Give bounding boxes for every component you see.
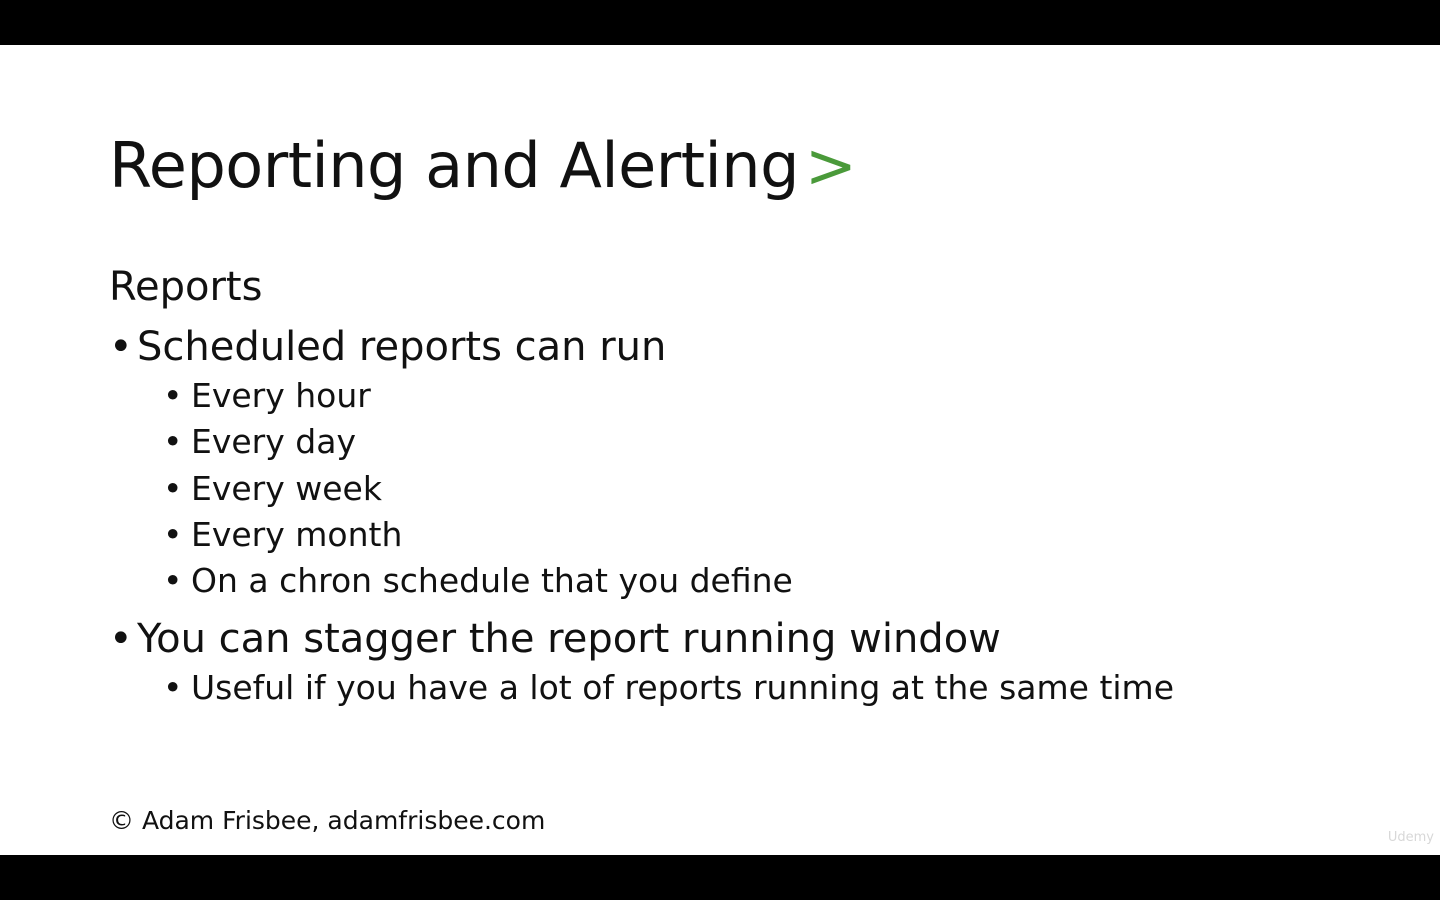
sub-bullet-item: • On a chron schedule that you define: [163, 561, 793, 601]
letterbox-top: [0, 0, 1440, 45]
sub-bullet-text: Every day: [191, 422, 356, 461]
sub-bullet-item: • Useful if you have a lot of reports ru…: [163, 668, 1174, 708]
udemy-watermark-logo: Udemy: [1388, 830, 1434, 845]
watermark-text: Udemy: [1387, 830, 1434, 845]
copyright-footer: © Adam Frisbee, adamfrisbee.com: [109, 806, 546, 835]
bullet-item: • Scheduled reports can run: [109, 323, 666, 371]
slide-title-text: Reporting and Alerting: [109, 129, 799, 202]
bullet-dot-icon: •: [109, 616, 133, 662]
bullet-item: • You can stagger the report running win…: [109, 615, 1001, 663]
letterbox-bottom: [0, 855, 1440, 900]
sub-bullet-text: Useful if you have a lot of reports runn…: [191, 668, 1175, 707]
bullet-dot-icon: •: [163, 668, 183, 707]
sub-bullet-item: • Every week: [163, 469, 382, 509]
sub-bullet-text: On a chron schedule that you define: [191, 561, 793, 600]
bullet-dot-icon: •: [109, 324, 133, 370]
bullet-dot-icon: •: [163, 376, 183, 415]
sub-bullet-text: Every week: [191, 469, 382, 508]
section-heading: Reports: [109, 264, 263, 310]
slide: Reporting and Alerting> Reports • Schedu…: [0, 45, 1440, 855]
sub-bullet-item: • Every day: [163, 422, 356, 462]
bullet-dot-icon: •: [163, 469, 183, 508]
sub-bullet-text: Every month: [191, 515, 403, 554]
bullet-text: Scheduled reports can run: [137, 324, 667, 370]
chevron-right-icon: >: [804, 129, 857, 202]
bullet-dot-icon: •: [163, 515, 183, 554]
bullet-dot-icon: •: [163, 422, 183, 461]
sub-bullet-item: • Every hour: [163, 376, 371, 416]
sub-bullet-item: • Every month: [163, 515, 402, 555]
bullet-dot-icon: •: [163, 561, 183, 600]
bullet-text: You can stagger the report running windo…: [137, 616, 1001, 662]
sub-bullet-text: Every hour: [191, 376, 371, 415]
slide-title: Reporting and Alerting>: [109, 129, 857, 203]
